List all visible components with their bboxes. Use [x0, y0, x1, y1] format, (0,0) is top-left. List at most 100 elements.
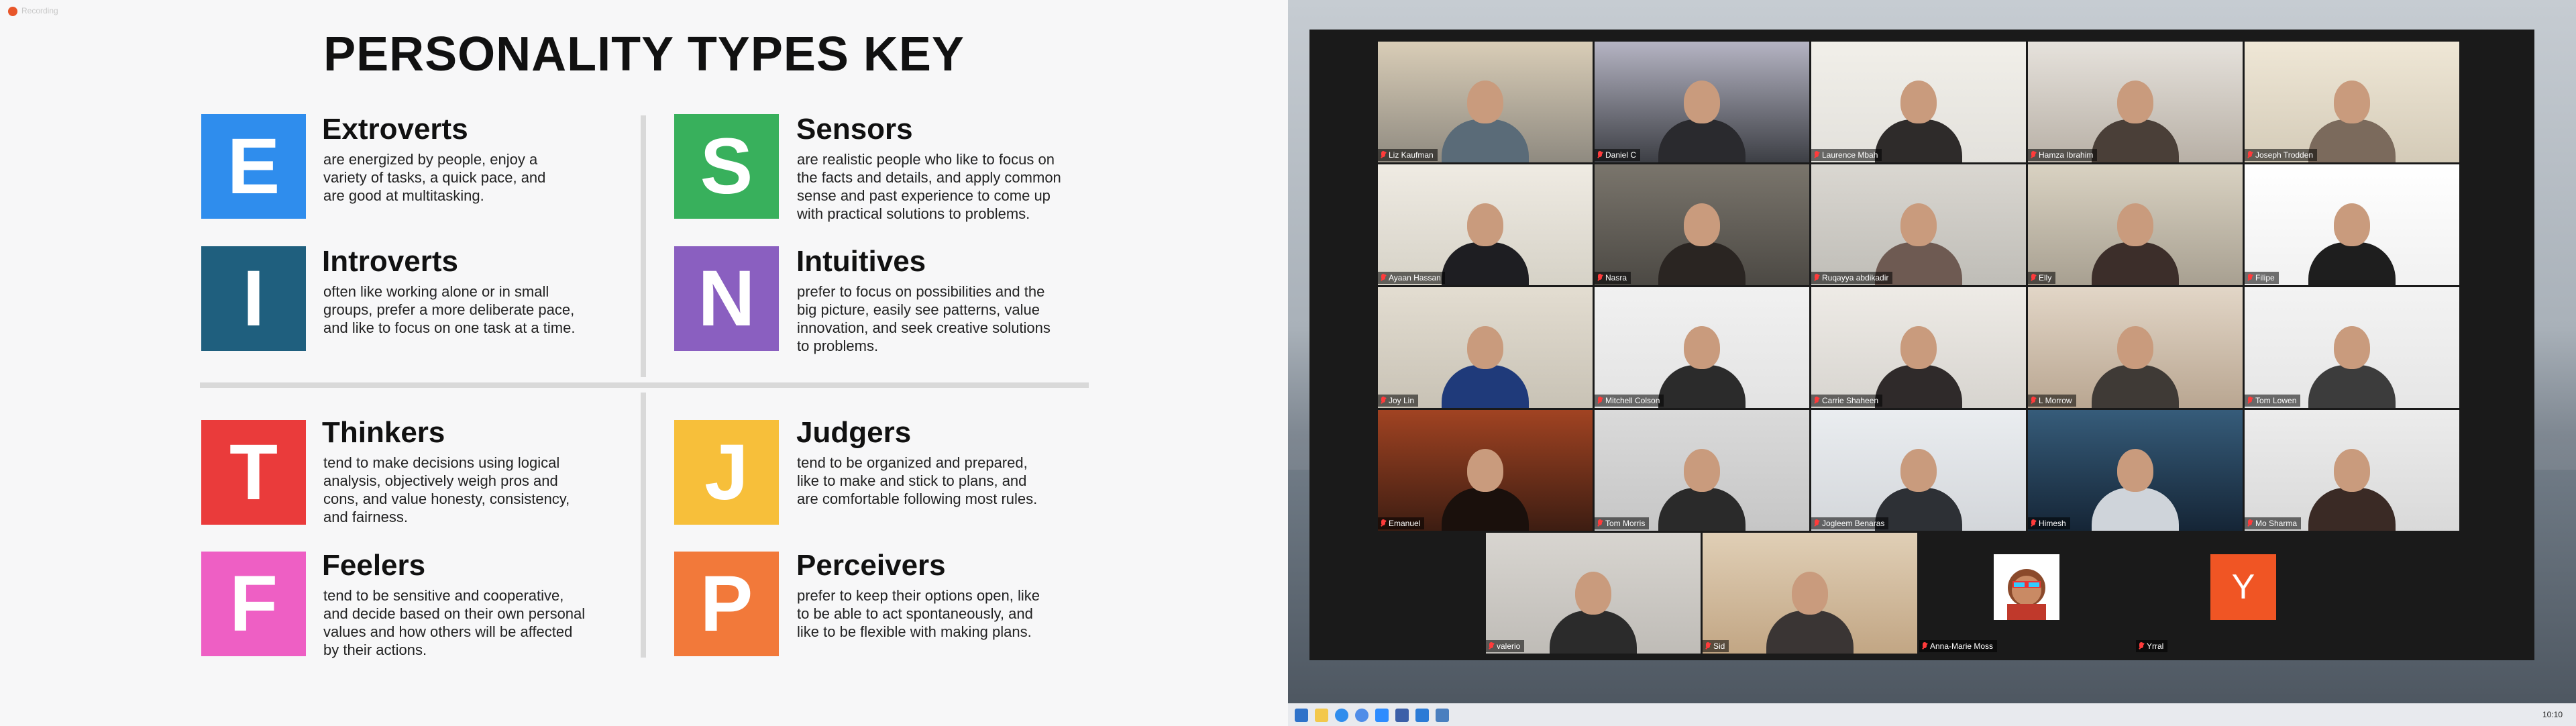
- participant-video-tile[interactable]: Joseph Trodden: [2245, 42, 2459, 162]
- participant-name: Ruqayya abdikadir: [1822, 273, 1889, 282]
- muted-mic-icon: [2031, 274, 2036, 282]
- participant-name: Ayaan Hassan: [1389, 273, 1441, 282]
- participant-video-tile[interactable]: Emanuel: [1378, 410, 1593, 531]
- participant-name-label: Hamza Ibrahim: [2028, 149, 2098, 161]
- zoom-gallery-window[interactable]: Liz Kaufman Daniel C Laurence Mbah Hamza Ib…: [1309, 30, 2534, 660]
- participant-video-tile[interactable]: Mo Sharma: [2245, 410, 2459, 531]
- type-description: are realistic people who like to focus o…: [797, 151, 1061, 222]
- participant-silhouette: [1442, 449, 1529, 531]
- participant-name-label: Anna-Marie Moss: [1919, 640, 1998, 652]
- muted-mic-icon: [1814, 274, 1819, 282]
- participant-video-tile[interactable]: Himesh: [2028, 410, 2243, 531]
- slide-title: PERSONALITY TYPES KEY: [323, 28, 965, 81]
- participant-video-tile[interactable]: Daniel C: [1595, 42, 1809, 162]
- participant-silhouette: [1658, 326, 1746, 408]
- head-shape: [1900, 326, 1937, 369]
- participant-name: Carrie Shaheen: [1822, 396, 1879, 405]
- participant-video-tile[interactable]: Liz Kaufman: [1378, 42, 1593, 162]
- body-shape: [1766, 611, 1854, 654]
- participant-video-tile[interactable]: Elly: [2028, 164, 2243, 285]
- head-shape: [2117, 449, 2153, 492]
- participant-video-tile[interactable]: Tom Morris: [1595, 410, 1809, 531]
- participant-video-tile[interactable]: Hamza Ibrahim: [2028, 42, 2243, 162]
- head-shape: [1684, 326, 1720, 369]
- participant-video-tile[interactable]: Y Yrral: [2136, 533, 2351, 654]
- participant-video-tile[interactable]: Laurence Mbah: [1811, 42, 2026, 162]
- participant-video-tile[interactable]: Tom Lowen: [2245, 287, 2459, 408]
- type-name: Perceivers: [796, 549, 946, 582]
- participant-name: Mo Sharma: [2255, 519, 2298, 528]
- vscode-icon[interactable]: [1415, 709, 1429, 722]
- avatar: [1994, 554, 2059, 620]
- head-shape: [2117, 81, 2153, 123]
- participant-name: Tom Lowen: [2255, 396, 2297, 405]
- participant-name: Joseph Trodden: [2255, 150, 2314, 160]
- muted-mic-icon: [2031, 151, 2036, 159]
- type-name: Extroverts: [322, 113, 468, 146]
- participant-silhouette: [2308, 203, 2396, 285]
- participant-silhouette: [1875, 326, 1962, 408]
- participant-silhouette: [2308, 81, 2396, 162]
- participant-name: Mitchell Colson: [1605, 396, 1660, 405]
- participant-video-tile[interactable]: Jogleem Benaras: [1811, 410, 2026, 531]
- participant-name: Yrral: [2147, 641, 2164, 651]
- participant-video-tile[interactable]: Sid: [1703, 533, 1917, 654]
- zoom-icon[interactable]: [1375, 709, 1389, 722]
- participant-name-label: Ruqayya abdikadir: [1811, 272, 1893, 284]
- type-name: Intuitives: [796, 245, 926, 278]
- tile-extroverts: E: [201, 114, 306, 219]
- browser-icon[interactable]: [1335, 709, 1348, 722]
- participant-name-label: Mitchell Colson: [1595, 395, 1664, 407]
- participant-name-label: Elly: [2028, 272, 2056, 284]
- participant-name-label: Tom Morris: [1595, 517, 1650, 529]
- participant-video-tile[interactable]: Carrie Shaheen: [1811, 287, 2026, 408]
- body-shape: [2308, 488, 2396, 531]
- participant-video-tile[interactable]: Nasra: [1595, 164, 1809, 285]
- participant-name: Jogleem Benaras: [1822, 519, 1885, 528]
- head-shape: [2117, 326, 2153, 369]
- muted-mic-icon: [1381, 274, 1386, 282]
- app-icon[interactable]: [1436, 709, 1449, 722]
- head-shape: [1684, 203, 1720, 246]
- participant-video-tile[interactable]: Filipe: [2245, 164, 2459, 285]
- participant-video-tile[interactable]: Joy Lin: [1378, 287, 1593, 408]
- type-name: Introverts: [322, 245, 458, 278]
- chrome-icon[interactable]: [1355, 709, 1368, 722]
- app-icon[interactable]: [1395, 709, 1409, 722]
- horizontal-divider: [200, 382, 1089, 388]
- participant-video-tile[interactable]: Ruqayya abdikadir: [1811, 164, 2026, 285]
- body-shape: [2092, 242, 2179, 285]
- participant-name: Joy Lin: [1389, 396, 1415, 405]
- participant-name-label: Jogleem Benaras: [1811, 517, 1889, 529]
- participant-name: Elly: [2039, 273, 2052, 282]
- body-shape: [1550, 611, 1637, 654]
- participant-video-tile[interactable]: Mitchell Colson: [1595, 287, 1809, 408]
- participant-name: Himesh: [2039, 519, 2066, 528]
- head-shape: [2334, 203, 2370, 246]
- head-shape: [1467, 203, 1503, 246]
- start-icon[interactable]: [1295, 709, 1308, 722]
- participant-silhouette: [1875, 81, 1962, 162]
- participant-name: Emanuel: [1389, 519, 1421, 528]
- shared-slide: Recording PERSONALITY TYPES KEY E Extrov…: [0, 0, 1288, 726]
- participant-silhouette: [1658, 203, 1746, 285]
- participant-video-tile[interactable]: L Morrow: [2028, 287, 2243, 408]
- participant-video-tile[interactable]: valerio: [1486, 533, 1701, 654]
- participant-video-tile[interactable]: Ayaan Hassan: [1378, 164, 1593, 285]
- body-shape: [1875, 119, 1962, 162]
- muted-mic-icon: [2247, 519, 2253, 527]
- body-shape: [2308, 242, 2396, 285]
- head-shape: [1792, 572, 1828, 615]
- muted-mic-icon: [1814, 151, 1819, 159]
- participant-name-label: Joseph Trodden: [2245, 149, 2318, 161]
- body-shape: [1658, 488, 1746, 531]
- participant-silhouette: [1766, 572, 1854, 654]
- participant-video-tile[interactable]: Anna-Marie Moss: [1919, 533, 2134, 654]
- tile-perceivers: P: [674, 552, 779, 656]
- type-description: prefer to focus on possibilities and the…: [797, 283, 1051, 354]
- head-shape: [1467, 81, 1503, 123]
- muted-mic-icon: [2247, 151, 2253, 159]
- folder-icon[interactable]: [1315, 709, 1328, 722]
- participant-name-label: Yrral: [2136, 640, 2168, 652]
- participant-name-label: Joy Lin: [1378, 395, 1419, 407]
